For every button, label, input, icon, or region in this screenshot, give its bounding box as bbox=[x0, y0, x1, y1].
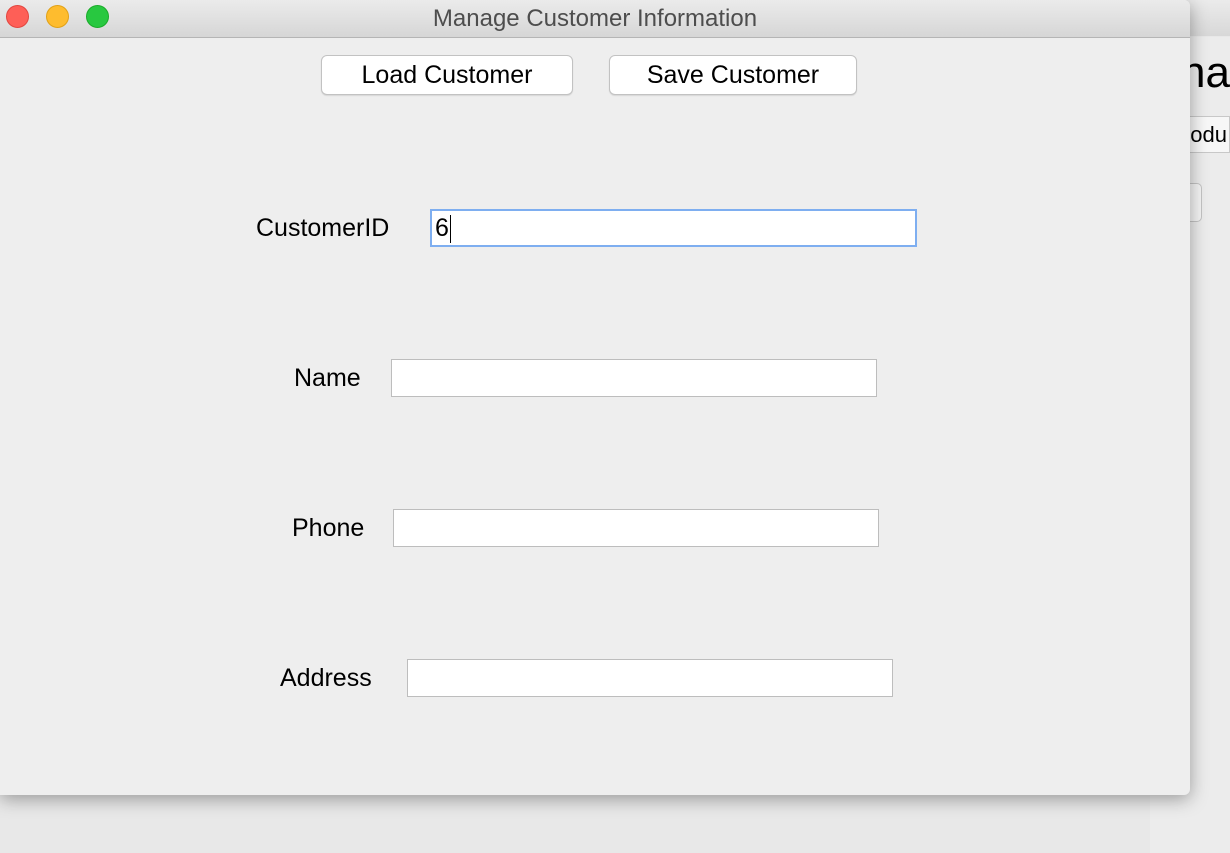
customer-id-input[interactable]: 6 bbox=[430, 209, 917, 247]
save-customer-button[interactable]: Save Customer bbox=[609, 55, 857, 95]
name-input[interactable] bbox=[391, 359, 877, 397]
title-bar[interactable]: Manage Customer Information bbox=[0, 0, 1190, 38]
name-label: Name bbox=[294, 364, 361, 392]
customer-id-value: 6 bbox=[435, 214, 449, 242]
phone-label: Phone bbox=[292, 514, 365, 542]
customer-id-label: CustomerID bbox=[256, 214, 390, 242]
window-title: Manage Customer Information bbox=[432, 5, 758, 32]
manage-customer-window: Manage Customer Information Load Custome… bbox=[0, 0, 1190, 795]
phone-input[interactable] bbox=[393, 509, 879, 547]
address-label: Address bbox=[280, 664, 372, 692]
address-input[interactable] bbox=[407, 659, 893, 697]
load-customer-button[interactable]: Load Customer bbox=[321, 55, 573, 95]
text-caret bbox=[449, 215, 451, 244]
